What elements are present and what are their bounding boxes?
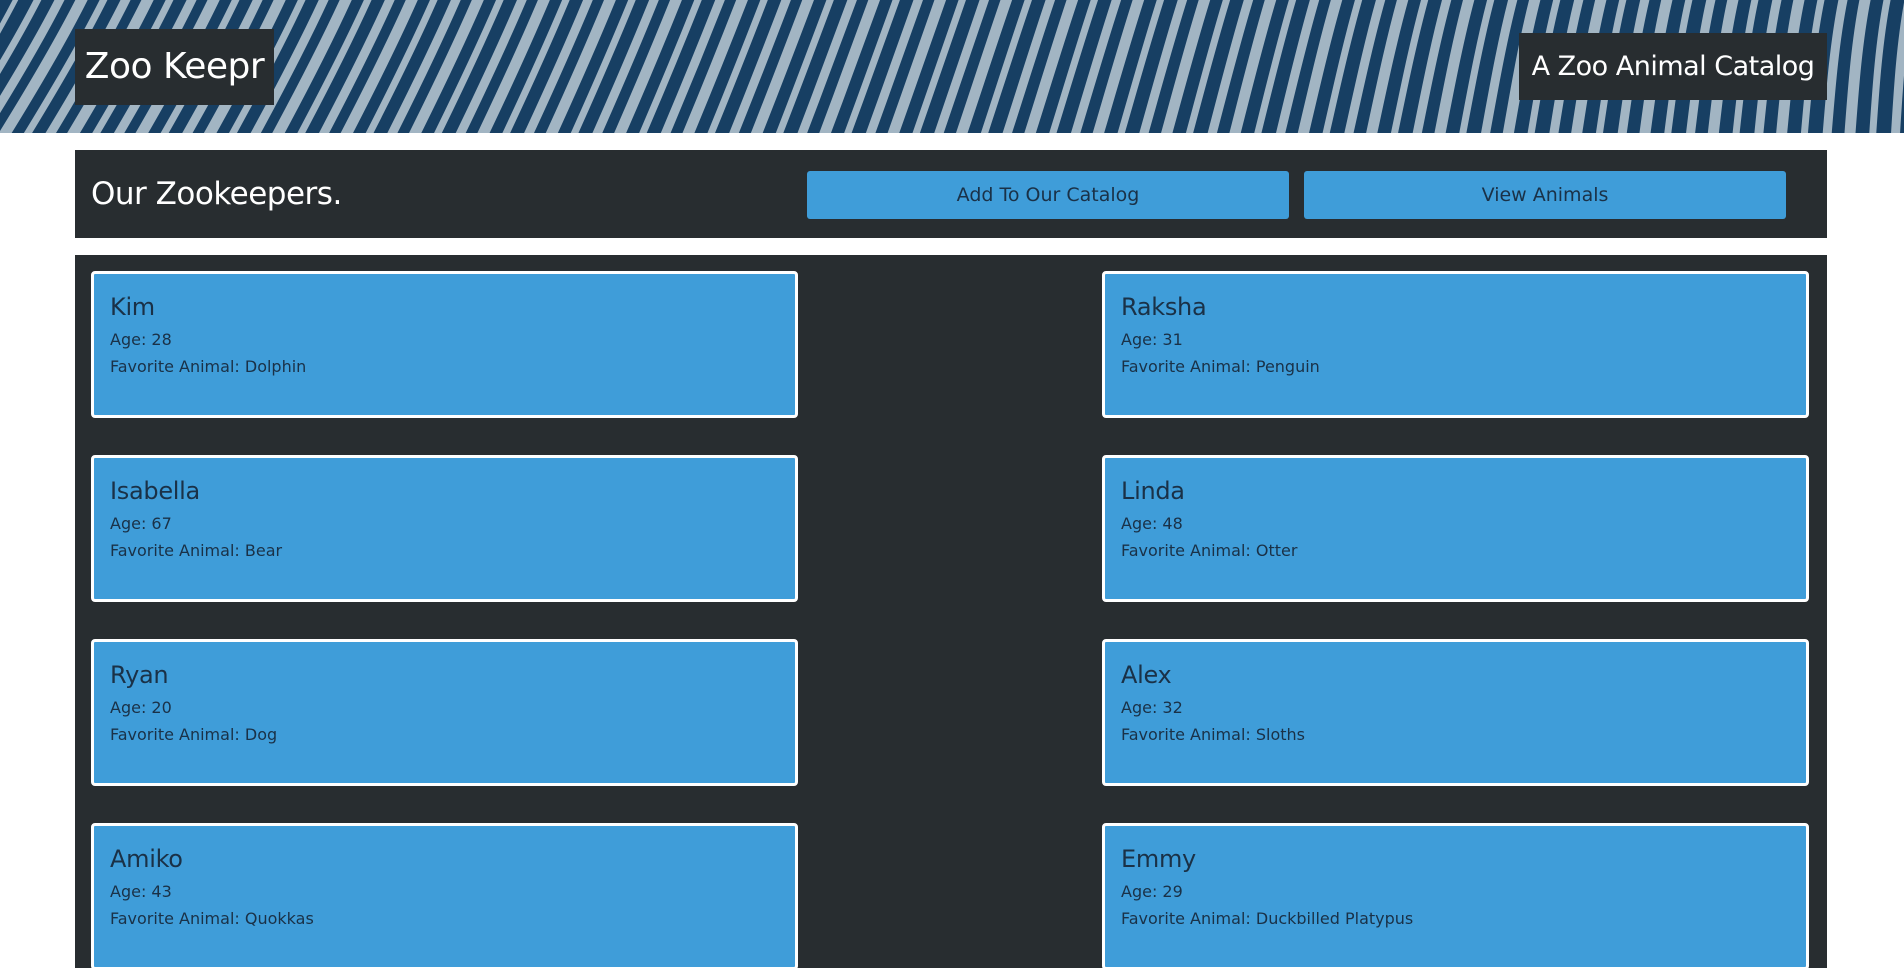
zookeeper-card[interactable]: Raksha Age: 31 Favorite Animal: Penguin [1102, 271, 1809, 418]
page-title: Our Zookeepers. [91, 176, 342, 212]
zookeeper-age: Age: 48 [1121, 514, 1183, 533]
zookeeper-favorite-animal: Favorite Animal: Quokkas [110, 909, 314, 928]
zookeeper-favorite-animal: Favorite Animal: Bear [110, 541, 283, 560]
zookeeper-favorite-animal: Favorite Animal: Sloths [1121, 725, 1306, 744]
zookeepers-header: Our Zookeepers. Add To Our Catalog View … [75, 150, 1827, 238]
zookeeper-favorite-animal: Favorite Animal: Dolphin [110, 357, 307, 376]
zookeeper-card[interactable]: Emmy Age: 29 Favorite Animal: Duckbilled… [1102, 823, 1809, 968]
zookeeper-age: Age: 32 [1121, 698, 1183, 717]
zookeeper-favorite-animal: Favorite Animal: Dog [110, 725, 278, 744]
zookeeper-card[interactable]: Isabella Age: 67 Favorite Animal: Bear [91, 455, 798, 602]
zookeeper-age: Age: 43 [110, 882, 172, 901]
site-tagline: A Zoo Animal Catalog [1519, 33, 1827, 100]
zookeeper-age: Age: 29 [1121, 882, 1183, 901]
zookeeper-age: Age: 67 [110, 514, 172, 533]
hero-banner: Zoo Keepr A Zoo Animal Catalog [0, 0, 1904, 133]
zookeeper-card[interactable]: Kim Age: 28 Favorite Animal: Dolphin [91, 271, 798, 418]
site-logo[interactable]: Zoo Keepr [75, 29, 274, 105]
zookeeper-name: Linda [1121, 477, 1185, 505]
zookeeper-age: Age: 28 [110, 330, 172, 349]
add-to-catalog-button[interactable]: Add To Our Catalog [807, 171, 1289, 219]
zookeeper-list: Kim Age: 28 Favorite Animal: Dolphin Rak… [75, 255, 1827, 968]
zookeeper-card[interactable]: Ryan Age: 20 Favorite Animal: Dog [91, 639, 798, 786]
zookeeper-name: Ryan [110, 661, 169, 689]
zookeeper-name: Isabella [110, 477, 200, 505]
zookeeper-favorite-animal: Favorite Animal: Duckbilled Platypus [1121, 909, 1414, 928]
zookeeper-name: Amiko [110, 845, 183, 873]
zookeeper-name: Kim [110, 293, 155, 321]
zookeeper-card[interactable]: Amiko Age: 43 Favorite Animal: Quokkas [91, 823, 798, 968]
zookeeper-age: Age: 31 [1121, 330, 1183, 349]
zookeeper-age: Age: 20 [110, 698, 172, 717]
zookeeper-card[interactable]: Alex Age: 32 Favorite Animal: Sloths [1102, 639, 1809, 786]
zookeeper-name: Emmy [1121, 845, 1196, 873]
zookeeper-name: Raksha [1121, 293, 1207, 321]
zookeeper-name: Alex [1121, 661, 1172, 689]
zookeeper-card[interactable]: Linda Age: 48 Favorite Animal: Otter [1102, 455, 1809, 602]
view-animals-button[interactable]: View Animals [1304, 171, 1786, 219]
zookeeper-favorite-animal: Favorite Animal: Otter [1121, 541, 1298, 560]
zookeeper-favorite-animal: Favorite Animal: Penguin [1121, 357, 1320, 376]
